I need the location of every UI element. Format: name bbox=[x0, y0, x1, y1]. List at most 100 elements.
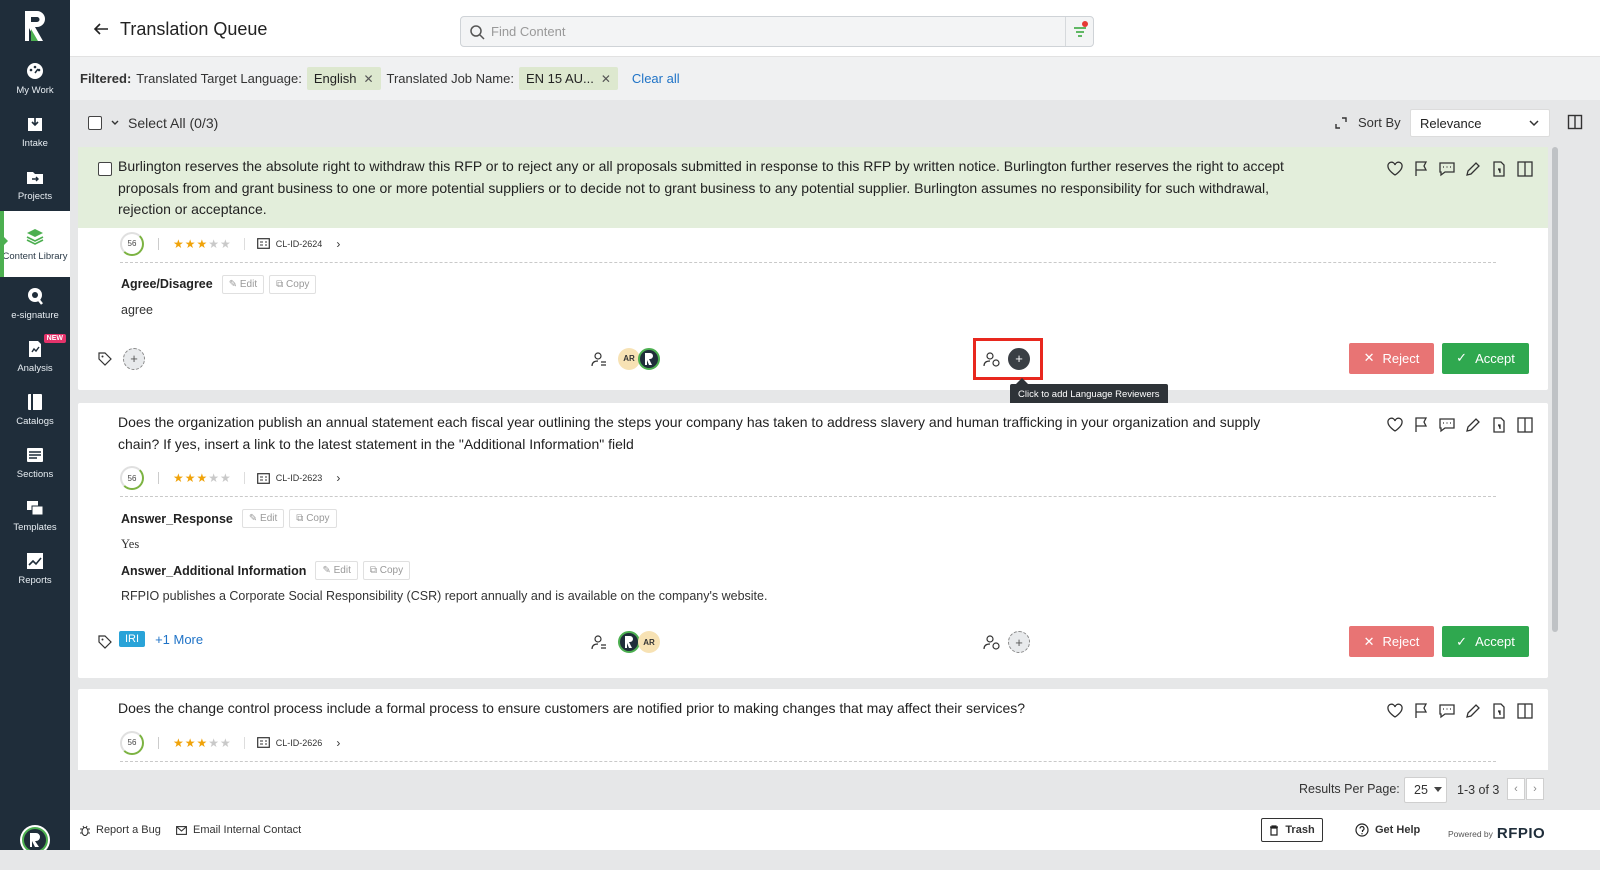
document-icon[interactable] bbox=[1490, 702, 1508, 720]
card-actions bbox=[1386, 416, 1534, 434]
reject-button[interactable]: ✕ Reject bbox=[1349, 626, 1434, 657]
column-layout-icon[interactable] bbox=[1567, 114, 1583, 130]
prev-page-button[interactable]: ‹ bbox=[1507, 778, 1525, 800]
score-ring: 56 bbox=[120, 730, 144, 755]
edit-button[interactable]: ✎ Edit bbox=[315, 561, 358, 580]
report-bug-link[interactable]: Report a Bug bbox=[80, 824, 161, 836]
field-name: Answer_Response bbox=[121, 511, 233, 526]
tag-icon[interactable] bbox=[98, 351, 112, 366]
avatar[interactable] bbox=[618, 631, 640, 653]
filter-active-dot bbox=[1082, 21, 1088, 27]
clear-all-link[interactable]: Clear all bbox=[632, 71, 680, 86]
scrollbar[interactable] bbox=[1552, 147, 1558, 632]
owner-icon bbox=[591, 635, 606, 650]
edit-button[interactable]: ✎ Edit bbox=[241, 509, 285, 528]
owner-icon bbox=[591, 351, 606, 366]
tag-pill[interactable]: IRI bbox=[119, 631, 146, 647]
email-contact-link[interactable]: Email Internal Contact bbox=[176, 824, 301, 836]
chevron-right-icon[interactable]: › bbox=[336, 471, 340, 485]
content-id[interactable]: CL-ID-2623 › bbox=[256, 471, 340, 485]
content-id[interactable]: CL-ID-2626 › bbox=[256, 736, 340, 750]
copy-button[interactable]: ⧉ Copy bbox=[362, 561, 411, 580]
add-language-reviewer-button[interactable]: + bbox=[1008, 631, 1030, 653]
flag-icon[interactable] bbox=[1412, 416, 1430, 434]
expand-icon[interactable] bbox=[1334, 116, 1348, 130]
document-icon[interactable] bbox=[1490, 416, 1508, 434]
app-logo[interactable] bbox=[0, 0, 70, 52]
sidebar-item-e-signature[interactable]: e-signature bbox=[0, 277, 70, 330]
edit-button[interactable]: ✎ Edit bbox=[221, 274, 265, 294]
rfpio-avatar-icon bbox=[645, 352, 653, 365]
chevron-down-icon[interactable] bbox=[110, 119, 120, 127]
sidebar-item-label: Templates bbox=[13, 522, 57, 533]
filter-chip-language: English ✕ bbox=[306, 67, 381, 90]
new-badge: NEW bbox=[43, 334, 66, 343]
card-meta: 56 ★★★★★ CL-ID-2623 › bbox=[78, 462, 1548, 494]
remove-filter-icon[interactable]: ✕ bbox=[363, 72, 373, 86]
heart-icon[interactable] bbox=[1386, 702, 1404, 720]
trash-button[interactable]: Trash bbox=[1261, 818, 1323, 842]
edit-pencil-icon[interactable] bbox=[1464, 416, 1482, 434]
sidebar-item-analysis[interactable]: NEW Analysis bbox=[0, 330, 70, 383]
chevron-right-icon[interactable]: › bbox=[336, 736, 340, 750]
sidebar-item-sections[interactable]: Sections bbox=[0, 436, 70, 489]
column-layout-icon[interactable] bbox=[1516, 416, 1534, 434]
sidebar-item-reports[interactable]: Reports bbox=[0, 542, 70, 595]
answer-field: Answer_Response ✎ Edit ⧉ Copy bbox=[78, 509, 1548, 528]
back-arrow-icon[interactable] bbox=[92, 20, 110, 38]
document-icon[interactable] bbox=[1490, 160, 1508, 178]
sidebar-item-my-work[interactable]: My Work bbox=[0, 52, 70, 105]
edit-pencil-icon[interactable] bbox=[1464, 160, 1482, 178]
comment-icon[interactable] bbox=[1438, 416, 1456, 434]
sidebar-item-catalogs[interactable]: Catalogs bbox=[0, 383, 70, 436]
select-all[interactable]: Select All (0/3) bbox=[88, 115, 218, 131]
avatar[interactable]: AR bbox=[618, 347, 640, 370]
per-page-select[interactable]: 25 bbox=[1404, 777, 1447, 803]
next-page-button[interactable]: › bbox=[1526, 778, 1544, 800]
copy-button[interactable]: ⧉ Copy bbox=[269, 274, 317, 294]
chevron-right-icon[interactable]: › bbox=[336, 237, 340, 251]
intake-icon bbox=[28, 117, 42, 131]
sidebar-item-projects[interactable]: Projects bbox=[0, 158, 70, 211]
filter-name: Translated Job Name: bbox=[386, 71, 514, 86]
sidebar-item-intake[interactable]: Intake bbox=[0, 105, 70, 158]
select-all-checkbox[interactable] bbox=[88, 116, 102, 130]
filter-button[interactable] bbox=[1065, 17, 1093, 46]
add-tag-button[interactable]: + bbox=[123, 347, 145, 370]
column-layout-icon[interactable] bbox=[1516, 160, 1534, 178]
tag-icon[interactable] bbox=[98, 635, 112, 649]
flag-icon[interactable] bbox=[1412, 160, 1430, 178]
select-all-label: Select All (0/3) bbox=[128, 115, 219, 131]
sort-select[interactable]: Relevance bbox=[1410, 109, 1550, 137]
filtered-label: Filtered: bbox=[80, 71, 132, 86]
accept-button[interactable]: ✓ Accept bbox=[1442, 626, 1529, 657]
content-id[interactable]: CL-ID-2624 › bbox=[256, 237, 340, 251]
card-checkbox[interactable] bbox=[98, 162, 112, 176]
comment-icon[interactable] bbox=[1438, 702, 1456, 720]
avatar[interactable] bbox=[638, 347, 660, 370]
accept-button[interactable]: ✓ Accept bbox=[1442, 342, 1529, 374]
divider bbox=[120, 496, 1496, 497]
flag-icon[interactable] bbox=[1412, 702, 1430, 720]
remove-filter-icon[interactable]: ✕ bbox=[601, 72, 611, 86]
reject-button[interactable]: ✕ Reject bbox=[1349, 342, 1434, 374]
brand-logo: RFPIO bbox=[1496, 825, 1546, 842]
edit-pencil-icon[interactable] bbox=[1464, 702, 1482, 720]
analysis-icon bbox=[29, 341, 41, 357]
comment-icon[interactable] bbox=[1438, 160, 1456, 178]
field-name: Answer_Additional Information bbox=[121, 563, 307, 578]
sidebar-item-templates[interactable]: Templates bbox=[0, 489, 70, 542]
tooltip: Click to add Language Reviewers bbox=[1010, 377, 1168, 405]
search-input[interactable] bbox=[491, 24, 1051, 39]
avatar[interactable]: AR bbox=[638, 631, 660, 653]
sidebar-item-label: e-signature bbox=[11, 310, 59, 321]
trash-icon bbox=[1270, 824, 1279, 836]
heart-icon[interactable] bbox=[1386, 160, 1404, 178]
dashboard-icon bbox=[27, 63, 43, 79]
more-tags-link[interactable]: +1 More bbox=[155, 632, 203, 647]
get-help-link[interactable]: Get Help bbox=[1355, 823, 1420, 837]
sidebar-item-content-library[interactable]: Content Library bbox=[0, 211, 70, 277]
copy-button[interactable]: ⧉ Copy bbox=[289, 509, 337, 528]
heart-icon[interactable] bbox=[1386, 416, 1404, 434]
column-layout-icon[interactable] bbox=[1516, 702, 1534, 720]
